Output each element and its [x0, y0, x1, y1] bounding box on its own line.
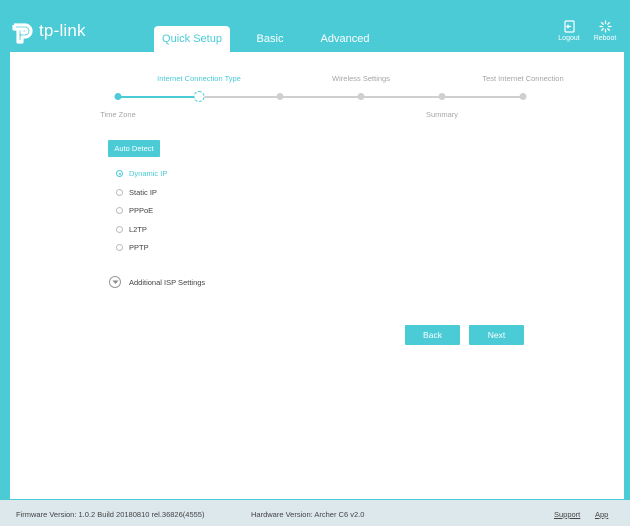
radio-label: Static IP [129, 188, 157, 197]
quick-setup-panel: Internet Connection Type Wireless Settin… [10, 52, 624, 499]
radio-pppoe[interactable]: PPPoE [116, 206, 153, 215]
logout-icon [563, 20, 575, 33]
radio-static-ip[interactable]: Static IP [116, 188, 157, 197]
step-label-summary: Summary [425, 110, 459, 119]
step-dot-internet-connection-type [193, 91, 205, 102]
step-label-wireless-settings: Wireless Settings [332, 74, 390, 83]
step-dot-summary [438, 93, 446, 100]
support-link[interactable]: Support [554, 510, 580, 519]
step-dot-wireless-settings [357, 93, 365, 100]
logout-label: Logout [558, 35, 580, 42]
radio-indicator[interactable] [116, 226, 123, 233]
radio-indicator[interactable] [116, 207, 123, 214]
app-link[interactable]: App [595, 510, 608, 519]
auto-detect-button[interactable]: Auto Detect [108, 140, 160, 157]
logout-button[interactable]: Logout [554, 20, 584, 42]
tab-quick-setup[interactable]: Quick Setup [154, 26, 230, 52]
reboot-label: Reboot [593, 35, 617, 42]
step-dot-3 [276, 93, 284, 100]
radio-label: PPTP [129, 243, 149, 252]
radio-label: Dynamic IP [129, 169, 168, 178]
additional-isp-settings-toggle[interactable]: Additional ISP Settings [109, 276, 205, 288]
hardware-version: Hardware Version: Archer C6 v2.0 [251, 510, 365, 519]
step-label-internet-connection-type: Internet Connection Type [157, 74, 241, 83]
reboot-icon [598, 20, 612, 33]
additional-isp-settings-label: Additional ISP Settings [129, 277, 206, 287]
next-button[interactable]: Next [469, 325, 524, 345]
firmware-version: Firmware Version: 1.0.2 Build 20180810 r… [16, 510, 205, 519]
step-label-test-internet-connection: Test Internet Connection [482, 74, 564, 83]
back-button[interactable]: Back [405, 325, 460, 345]
step-label-time-zone: Time Zone [100, 110, 136, 119]
radio-indicator[interactable] [116, 170, 123, 177]
brand-name: tp-link [39, 21, 86, 40]
radio-dynamic-ip[interactable]: Dynamic IP [116, 169, 167, 178]
radio-pptp[interactable]: PPTP [116, 243, 149, 252]
radio-indicator[interactable] [116, 244, 123, 251]
tp-link-logo-icon [12, 23, 33, 44]
step-dot-test-internet-connection [519, 93, 527, 100]
radio-indicator[interactable] [116, 189, 123, 196]
tp-link-logo: tp-link [10, 18, 86, 44]
step-progress-line [118, 96, 199, 98]
footer: Firmware Version: 1.0.2 Build 20180810 r… [0, 500, 630, 526]
radio-label: PPPoE [129, 206, 154, 215]
expand-icon[interactable] [109, 276, 121, 288]
tab-basic[interactable]: Basic [245, 26, 295, 52]
radio-l2tp[interactable]: L2TP [116, 225, 147, 234]
step-dot-time-zone [114, 93, 122, 100]
radio-label: L2TP [129, 225, 147, 234]
tab-advanced[interactable]: Advanced [314, 26, 376, 52]
reboot-button[interactable]: Reboot [590, 20, 620, 42]
